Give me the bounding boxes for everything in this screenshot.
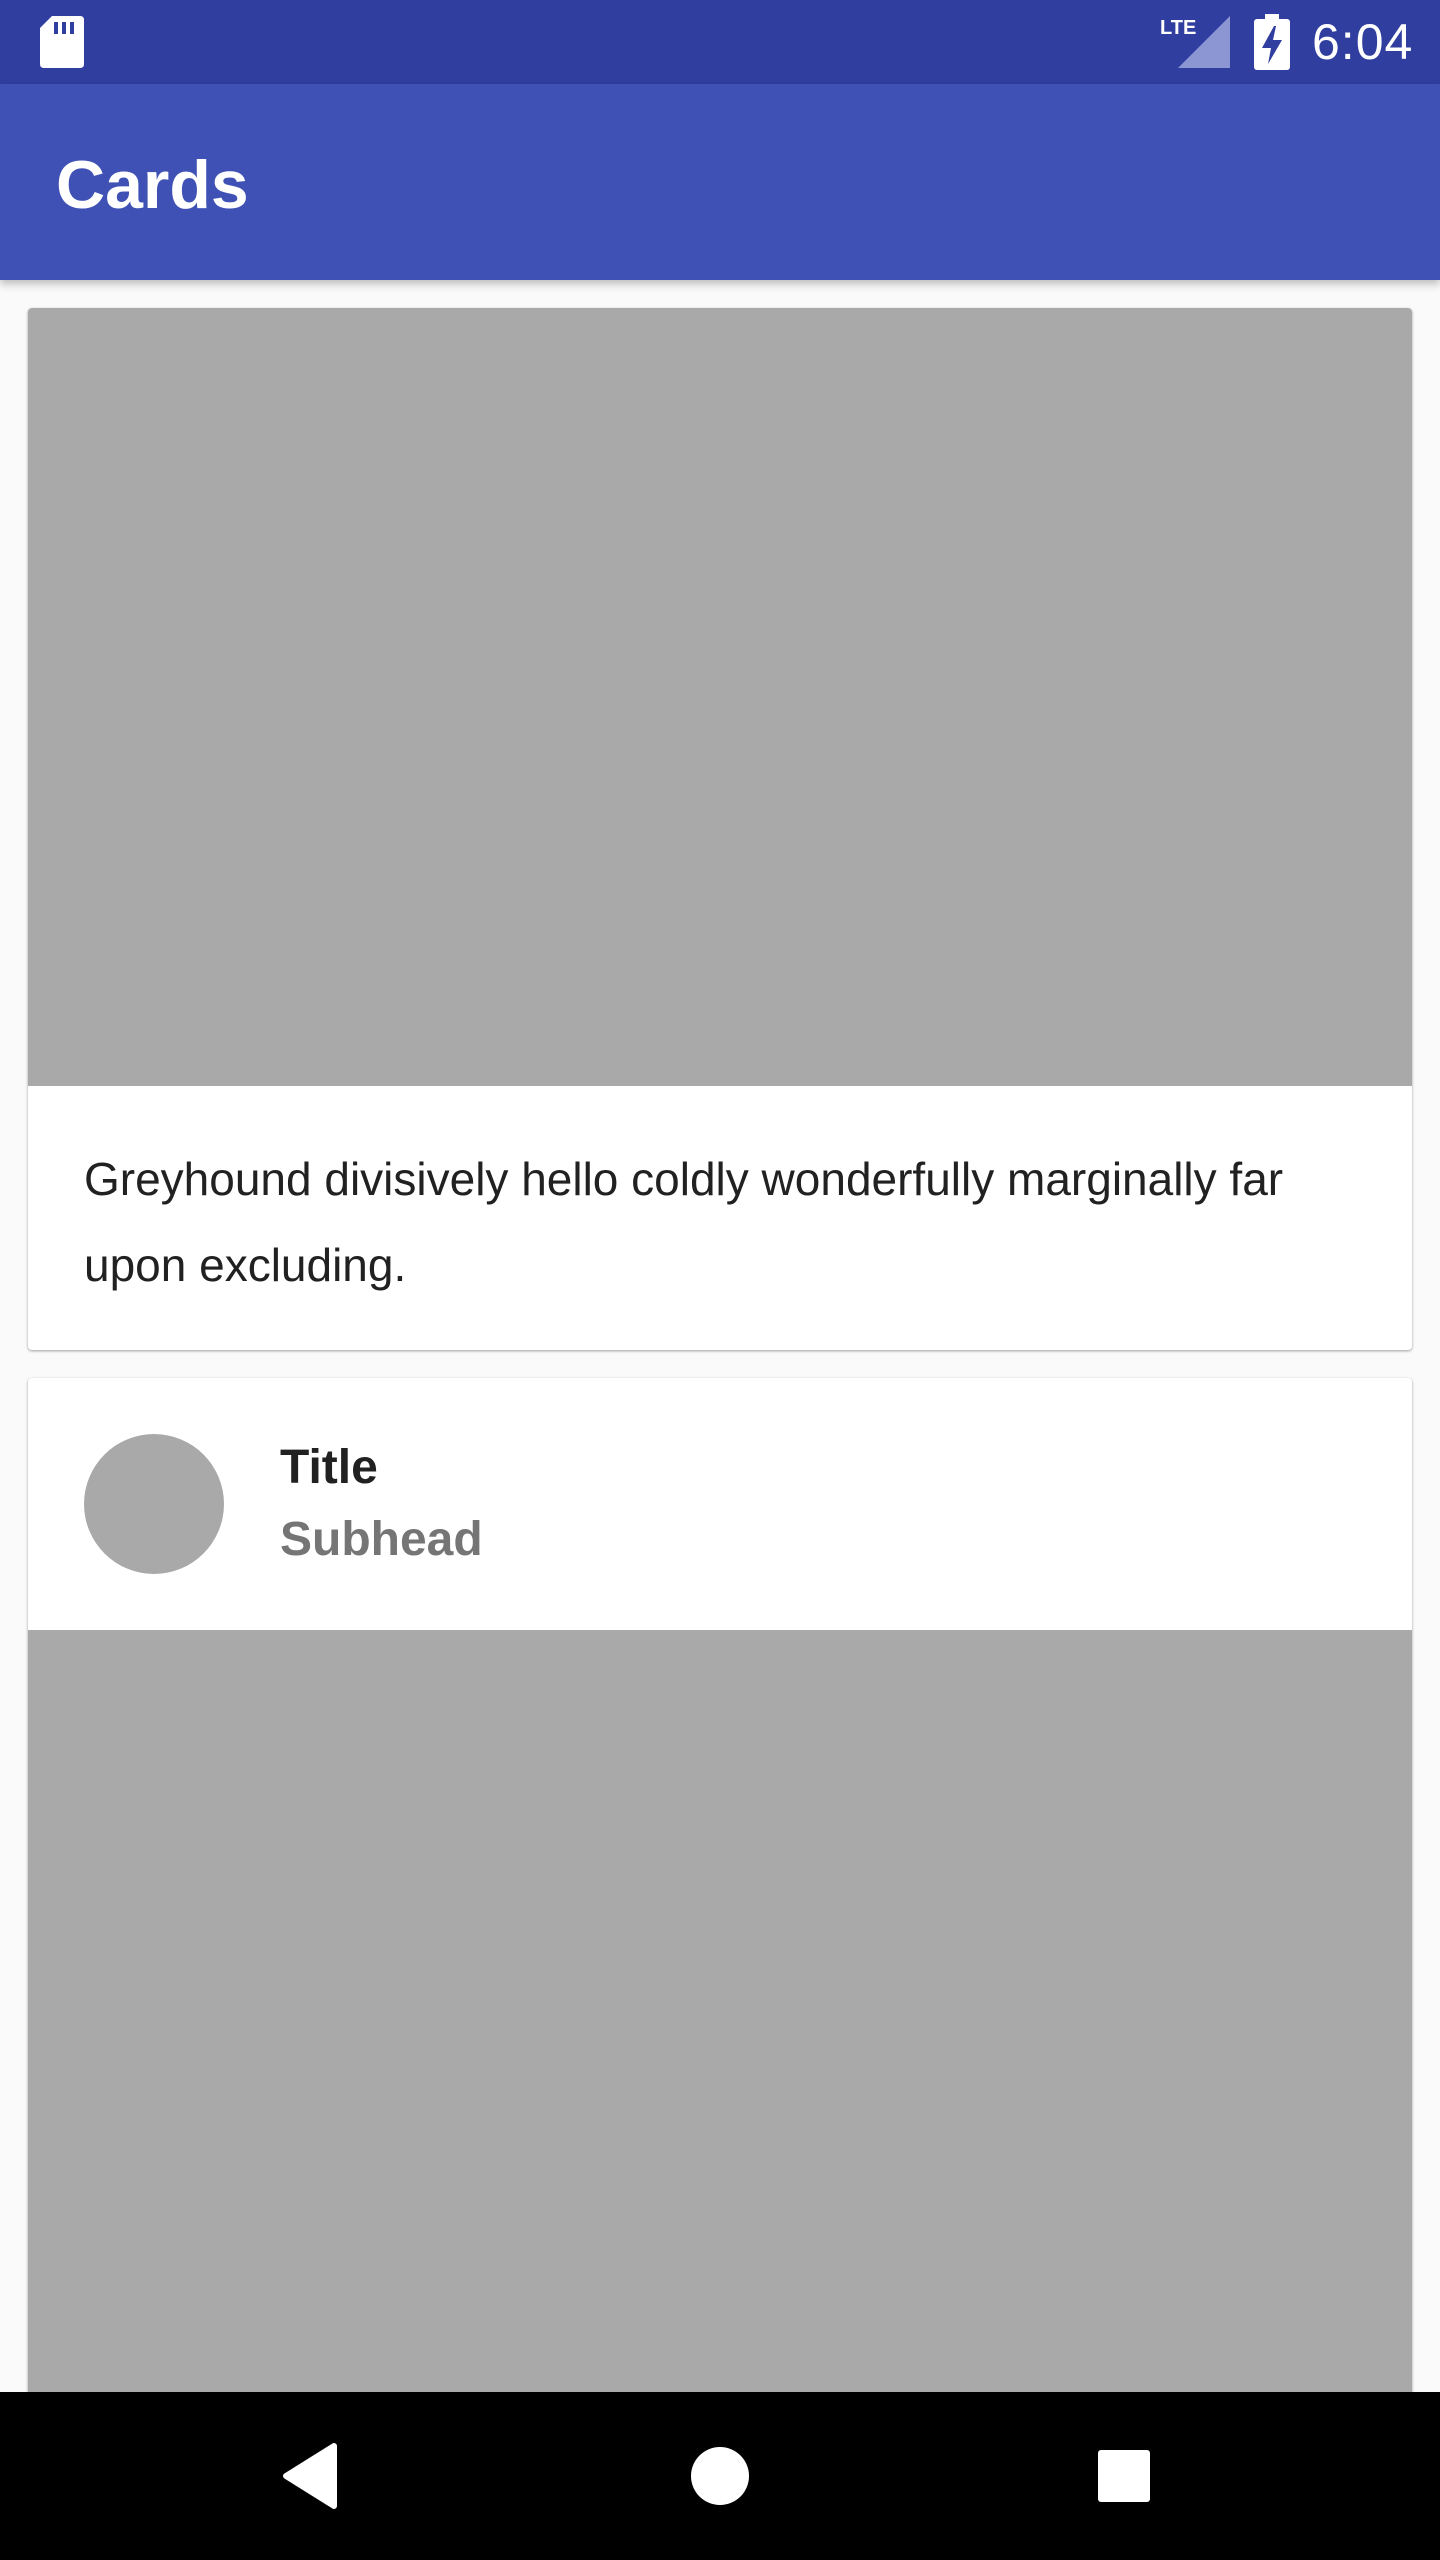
card-body-text: Greyhound divisively hello coldly wonder… <box>84 1153 1284 1291</box>
card-subhead: Subhead <box>280 1513 483 1566</box>
card-media-text[interactable]: Greyhound divisively hello coldly wonder… <box>28 308 1412 1350</box>
card-header-media[interactable]: Title Subhead <box>28 1378 1412 2478</box>
card-image-placeholder <box>28 308 1412 1086</box>
sd-card-icon <box>40 16 84 68</box>
lte-signal-icon: LTE <box>1160 16 1230 68</box>
app-bar: Cards <box>0 84 1440 280</box>
avatar <box>84 1434 224 1574</box>
battery-charging-icon <box>1254 14 1290 70</box>
card-image-placeholder <box>28 1630 1412 2478</box>
card-title: Title <box>280 1441 378 1494</box>
app-title: Cards <box>56 147 249 223</box>
back-icon[interactable] <box>272 2432 360 2520</box>
navigation-bar <box>0 2392 1440 2560</box>
clock: 6:04 <box>1312 14 1414 70</box>
status-bar: LTE 6:04 <box>0 0 1440 84</box>
network-type: LTE <box>1160 17 1196 39</box>
recents-icon[interactable] <box>1080 2432 1168 2520</box>
screen: LTE 6:04 Cards Greyhound divisively hell… <box>0 0 1440 2560</box>
home-icon[interactable] <box>676 2432 764 2520</box>
